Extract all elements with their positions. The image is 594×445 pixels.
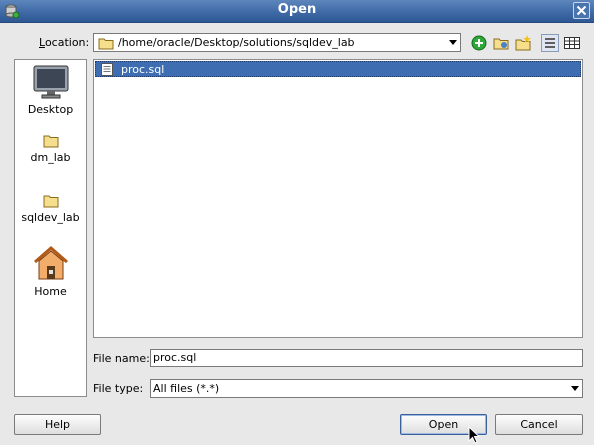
file-name-label: File name: [93,352,150,365]
help-button-label: Help [44,418,71,431]
sidebar-item-label: Home [34,285,67,298]
file-type-value: All files (*.*) [153,382,220,395]
location-combo[interactable]: /home/oracle/Desktop/solutions/sqldev_la… [93,33,461,52]
location-label-text: ocation: [44,36,90,49]
folder-icon [43,195,58,208]
title-bar[interactable]: Open [0,0,594,23]
sidebar-item-label: Desktop [27,103,74,116]
close-button[interactable] [573,2,590,19]
folder-icon [98,38,114,50]
file-type-select[interactable]: All files (*.*) [150,379,583,398]
details-view-icon[interactable] [563,34,581,52]
folder-icon [43,135,58,148]
file-name: proc.sql [121,63,165,76]
file-name-input[interactable]: proc.sql [150,349,583,367]
file-row[interactable]: proc.sql [95,61,581,77]
file-name-input-value: proc.sql [153,351,197,364]
go-back-icon[interactable] [470,34,488,52]
home-icon [33,246,68,280]
window-title: Open [277,2,317,17]
file-list[interactable]: proc.sql [93,59,583,338]
sidebar-item-label: dm_lab [30,151,71,164]
close-icon [576,5,587,16]
list-view-icon[interactable] [541,34,559,52]
open-dialog: Open Location: /home/oracle/Desktop/solu… [0,0,594,445]
places-sidebar: Desktop dm_lab sqldev_lab Home [14,59,87,397]
chevron-down-icon [449,40,457,45]
location-label: Location: [39,36,89,49]
open-button-label: Open [428,418,459,431]
new-folder-icon[interactable] [514,34,532,52]
sidebar-item-sqldev-lab[interactable]: sqldev_lab [15,194,86,224]
cancel-button-label: Cancel [520,418,558,431]
mouse-cursor-icon [468,426,481,444]
desktop-icon [33,65,68,99]
chevron-down-icon [571,386,579,391]
file-type-label: File type: [93,382,144,395]
sidebar-item-label: sqldev_lab [21,211,80,224]
up-folder-icon[interactable] [492,34,510,52]
help-button[interactable]: Help [14,414,101,435]
sidebar-item-desktop[interactable]: Desktop [15,64,86,116]
cancel-button[interactable]: Cancel [495,414,583,435]
location-value: /home/oracle/Desktop/solutions/sqldev_la… [118,36,355,49]
sidebar-item-home[interactable]: Home [15,244,86,298]
sidebar-item-dm-lab[interactable]: dm_lab [15,134,86,164]
sql-file-icon [101,63,113,76]
